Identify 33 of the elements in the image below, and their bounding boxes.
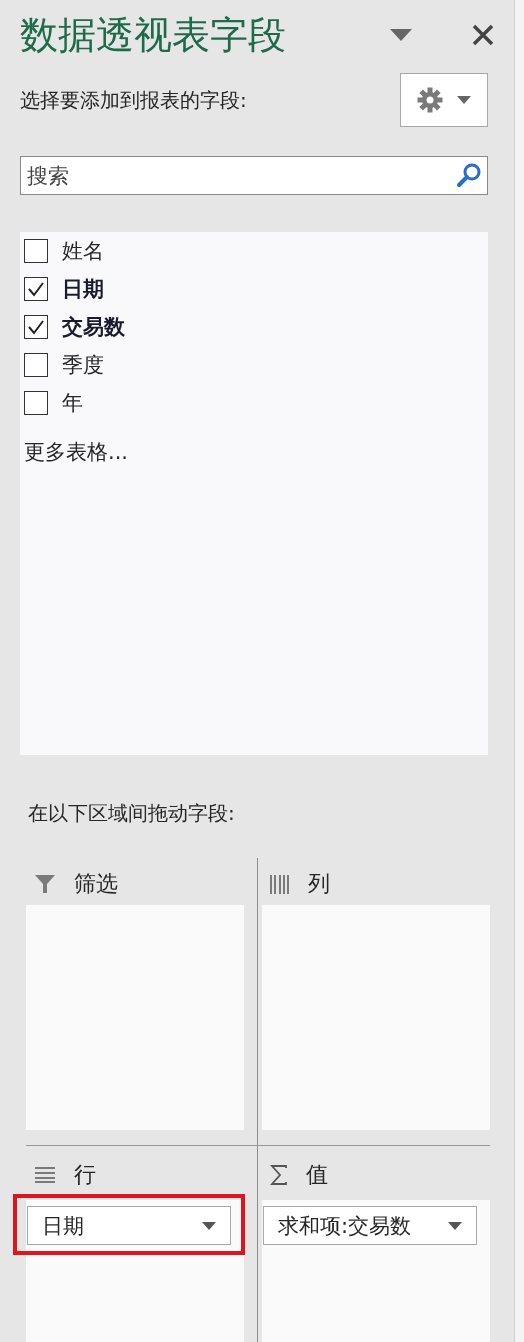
settings-button[interactable]: [400, 73, 488, 127]
area-label: 列: [308, 869, 330, 898]
field-label[interactable]: 交易数: [62, 313, 125, 341]
field-label[interactable]: 姓名: [62, 237, 104, 265]
area-field-button[interactable]: 求和项:交易数: [263, 1206, 477, 1245]
caret-icon: [457, 96, 471, 104]
field-label[interactable]: 季度: [62, 351, 104, 379]
filter-icon: [34, 872, 56, 895]
field-label[interactable]: 日期: [62, 275, 104, 303]
caret-icon: [202, 1221, 216, 1230]
sigma-icon: [270, 1165, 288, 1185]
columns-icon: [270, 872, 290, 895]
drag-fields-label: 在以下区域间拖动字段:: [28, 800, 236, 827]
pane-options-button[interactable]: [390, 29, 412, 41]
checkbox[interactable]: [24, 277, 48, 301]
area-field-button[interactable]: 日期: [27, 1206, 231, 1245]
search-icon: [456, 162, 482, 188]
checkbox[interactable]: [24, 315, 48, 339]
checkbox[interactable]: [24, 391, 48, 415]
checkbox[interactable]: [24, 353, 48, 377]
choose-fields-label: 选择要添加到报表的字段:: [20, 86, 248, 114]
area-label: 行: [74, 1161, 96, 1189]
area-label: 筛选: [74, 869, 118, 898]
caret-icon: [448, 1221, 462, 1230]
checkbox[interactable]: [24, 239, 48, 263]
area-label: 值: [306, 1161, 328, 1189]
more-tables-link[interactable]: 更多表格...: [24, 438, 129, 466]
rows-icon: [34, 1166, 56, 1184]
search-field[interactable]: 搜索: [20, 156, 488, 195]
close-button[interactable]: [472, 24, 494, 46]
pane-title: 数据透视表字段: [20, 11, 287, 59]
gear-icon: [417, 87, 443, 113]
field-label[interactable]: 年: [62, 389, 83, 417]
